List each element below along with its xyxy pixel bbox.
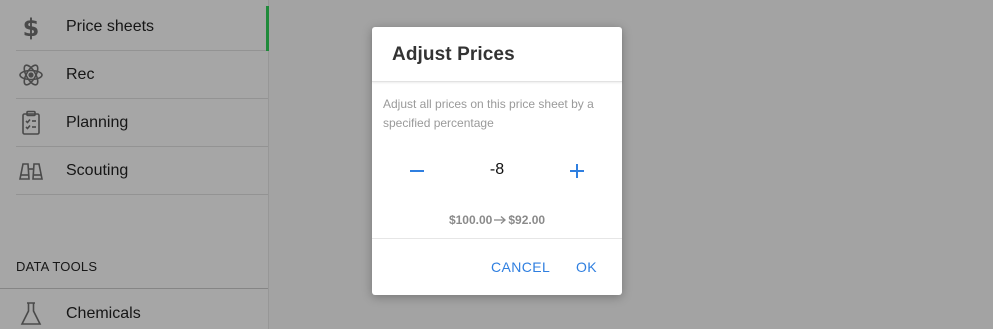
sidebar-item-label: Planning [66,113,129,131]
dialog-header: Adjust Prices [372,27,622,82]
sidebar-item-label: Chemicals [66,304,141,322]
section-heading-data-tools: DATA TOOLS [16,259,98,274]
minus-icon [410,170,424,172]
section-divider [0,288,268,289]
sidebar-item-price-sheets[interactable]: $ Price sheets [16,3,269,51]
price-to: $92.00 [508,213,546,227]
sidebar-item-scouting[interactable]: Scouting [16,147,268,195]
sidebar-item-label: Price sheets [66,17,155,35]
sidebar-item-planning[interactable]: Planning [16,99,268,147]
sidebar-item-label: Scouting [66,161,129,179]
price-from: $100.00 [448,213,493,227]
sidebar-item-label: Rec [66,65,95,83]
sidebar-item-rec[interactable]: Rec [16,51,268,99]
increment-button[interactable] [565,159,589,183]
dollar-icon: $ [16,12,46,42]
sidebar-item-chemicals[interactable]: Chemicals [16,290,268,329]
active-indicator [266,6,269,51]
clipboard-icon [16,108,46,138]
dialog-footer-divider [372,238,622,239]
binoculars-icon [16,156,46,186]
flask-icon [16,299,46,329]
arrow-right-icon [493,214,507,228]
adjust-prices-dialog: Adjust Prices Adjust all prices on this … [372,27,622,295]
decrement-button[interactable] [405,159,429,183]
dialog-title: Adjust Prices [392,44,515,65]
ok-button[interactable]: OK [576,259,597,275]
svg-text:$: $ [23,14,40,42]
atom-icon [16,60,46,90]
plus-icon [570,164,584,178]
sidebar: $ Price sheets Rec Planning Scouting DAT… [0,0,269,329]
price-change-preview: $100.00 $92.00 [372,213,622,228]
dialog-description: Adjust all prices on this price sheet by… [383,97,594,130]
percentage-value[interactable]: -8 [467,161,527,179]
cancel-button[interactable]: CANCEL [491,259,550,275]
